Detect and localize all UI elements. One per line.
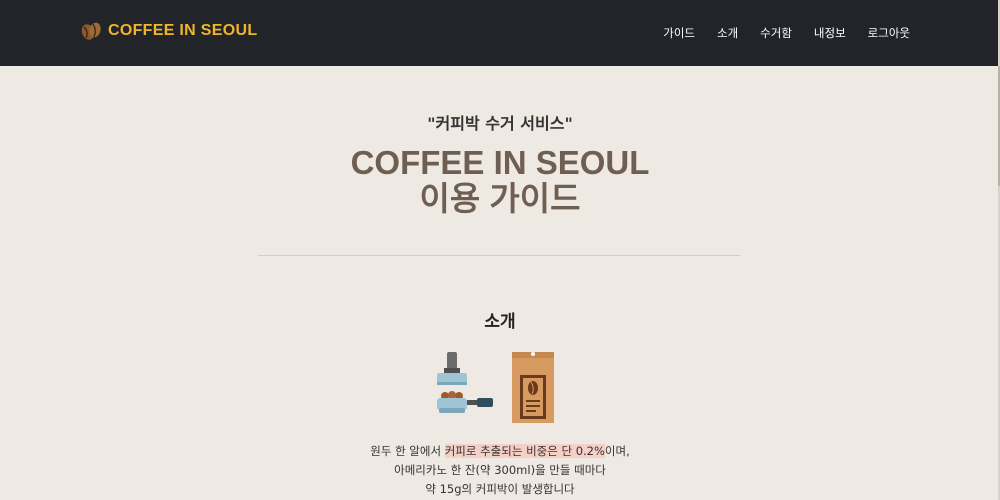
coffee-tamper-icon: [437, 352, 467, 385]
portafilter-icon: [437, 391, 493, 413]
section-heading-intro: 소개: [484, 312, 516, 332]
brand-name: COFFEE IN SEOUL: [108, 22, 258, 39]
intro-line-1: 원두 한 알에서 커피로 추출되는 비중은 단 0.2%이며,: [0, 442, 1000, 461]
coffee-bean-icon: [80, 21, 102, 41]
nav-menu: 가이드 소개 수거함 내정보 로그아웃: [663, 25, 910, 41]
section-divider: [258, 255, 740, 256]
intro-highlight: 커피로 추출되는 비중은 단 0.2%: [444, 444, 605, 458]
nav-link-collection-box[interactable]: 수거함: [760, 25, 792, 41]
nav-link-about[interactable]: 소개: [717, 25, 738, 41]
page-title: COFFEE IN SEOUL 이용 가이드: [0, 145, 1000, 217]
intro-line-2: 아메리카노 한 잔(약 300ml)을 만들 때마다: [394, 463, 606, 477]
brand-link[interactable]: COFFEE IN SEOUL: [80, 21, 257, 41]
intro-illustration: [434, 350, 556, 425]
navbar: COFFEE IN SEOUL 가이드 소개 수거함 내정보 로그아웃: [0, 0, 998, 66]
intro-line-1-end: 이며,: [604, 444, 630, 458]
page-title-line1: COFFEE IN SEOUL: [350, 144, 650, 181]
intro-text: 원두 한 알에서 커피로 추출되는 비중은 단 0.2%이며, 아메리카노 한 …: [0, 442, 1000, 499]
nav-link-guide[interactable]: 가이드: [663, 25, 695, 41]
coffee-bag-icon: [512, 352, 554, 423]
nav-link-my-info[interactable]: 내정보: [814, 25, 846, 41]
intro-line-3: 약 15g의 커피박이 발생합니다: [425, 482, 575, 496]
hero-quote: "커피박 수거 서비스": [427, 114, 573, 133]
intro-line-1-start: 원두 한 알에서: [370, 444, 445, 458]
page-title-line2: 이용 가이드: [419, 180, 581, 217]
nav-link-logout[interactable]: 로그아웃: [868, 25, 910, 41]
